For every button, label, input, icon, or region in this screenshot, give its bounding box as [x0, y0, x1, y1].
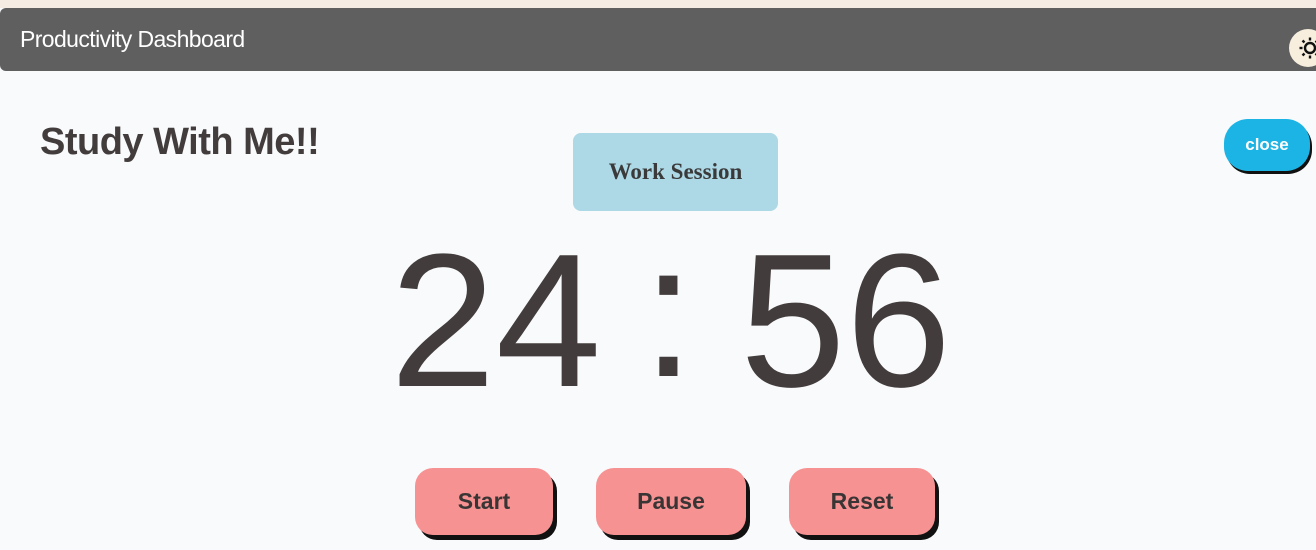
timer-separator: : [642, 205, 695, 417]
timer-minutes: 24 [390, 215, 602, 427]
session-type-label: Work Session [608, 159, 743, 184]
app-title: Productivity Dashboard [20, 26, 245, 52]
timer-display: 24 : 56 [330, 211, 1020, 427]
pause-button[interactable]: Pause [596, 468, 746, 535]
reset-button[interactable]: Reset [789, 468, 935, 535]
page-title: Study With Me!! [40, 121, 320, 163]
start-button[interactable]: Start [415, 468, 553, 535]
session-type-box: Work Session [573, 133, 778, 211]
timer-seconds: 56 [740, 215, 952, 427]
sun-icon [1299, 37, 1316, 59]
top-strip [0, 0, 1316, 8]
app-header: Productivity Dashboard [0, 8, 1316, 71]
close-button[interactable]: close [1224, 119, 1310, 171]
theme-toggle-button[interactable] [1289, 29, 1316, 67]
study-panel: Study With Me!! Work Session close 24 : … [0, 71, 1316, 550]
